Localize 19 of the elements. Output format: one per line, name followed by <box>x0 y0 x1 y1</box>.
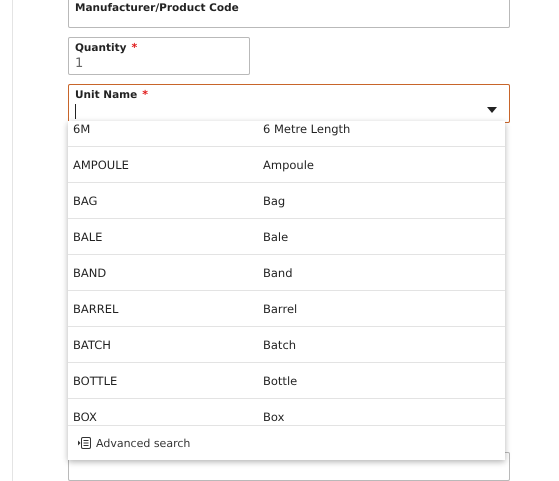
dropdown-option[interactable]: BARREL Barrel <box>68 291 505 327</box>
dropdown-option[interactable]: BOX Box <box>68 399 505 425</box>
advanced-search-button[interactable]: Advanced search <box>68 426 190 460</box>
input-field[interactable]: Manufacturer/Product Code <box>68 0 510 28</box>
dropdown-option[interactable]: BAND Band <box>68 255 505 291</box>
required-mark: * <box>131 40 138 54</box>
dropdown-option[interactable]: AMPOULE Ampoule <box>68 147 505 183</box>
required-mark: * <box>142 88 148 100</box>
dropdown-option[interactable]: BAG Bag <box>68 183 505 219</box>
field-label: Quantity <box>75 42 126 54</box>
dropdown-option[interactable]: BOTTLE Bottle <box>68 363 505 399</box>
input-field[interactable]: Quantity * 1 <box>68 36 250 74</box>
field-label: Manufacturer/Product Code <box>75 2 239 14</box>
field-value: 1 <box>75 56 243 70</box>
field-label: Unit Name <box>75 88 138 100</box>
dropdown-option[interactable]: 6M 6 Metre Length <box>68 121 505 147</box>
dropdown-option[interactable]: BATCH Batch <box>68 327 505 363</box>
dropdown-option[interactable]: BALE Bale <box>68 219 505 255</box>
unit-select-field[interactable]: Unit Name * <box>68 84 510 122</box>
